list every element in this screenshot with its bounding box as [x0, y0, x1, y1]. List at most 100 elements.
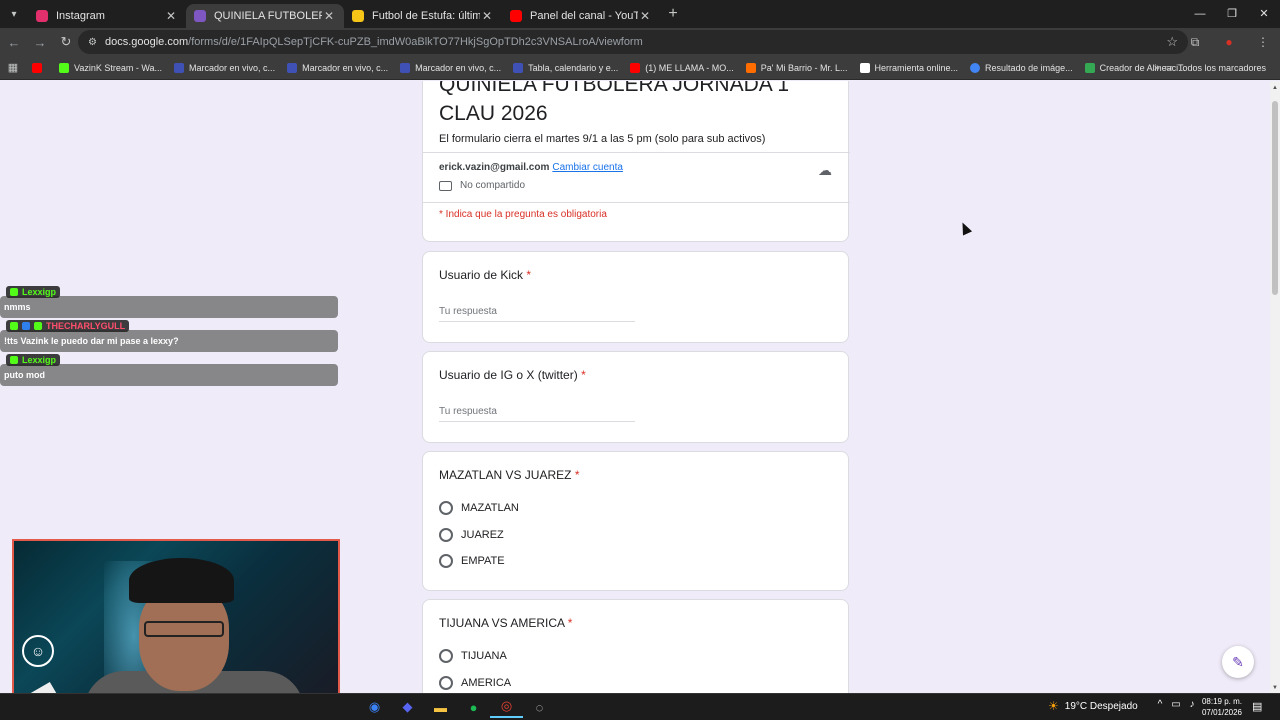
radio-option-mazatlan[interactable]: MAZATLAN	[439, 501, 519, 515]
not-shared-row: No compartido	[439, 180, 525, 191]
apps-grid-icon[interactable]: ▦	[0, 61, 26, 74]
instagram-icon	[36, 10, 48, 22]
verified-badge-icon	[34, 322, 42, 330]
close-tab-icon[interactable]: ✕	[164, 9, 178, 23]
bookmark-item[interactable]: Marcador en vivo, c...	[168, 62, 281, 73]
page-scrollbar[interactable]: ▲ ▼	[1270, 81, 1280, 693]
bookmark-item[interactable]: Resultado de imáge...	[964, 62, 1079, 73]
browser-menu-icon[interactable]: ⋮	[1246, 35, 1280, 49]
channel-logo-icon: ☺	[22, 635, 54, 667]
question-title: Usuario de IG o X (twitter) *	[439, 368, 586, 382]
profile-icon[interactable]: ●	[1212, 35, 1246, 49]
tab-title: Futbol de Estufa: últimos fichaj	[372, 10, 480, 22]
chat-message: Lexxigp nmms	[0, 286, 338, 318]
file-explorer-icon[interactable]: ▬	[424, 696, 457, 718]
close-tab-icon[interactable]: ✕	[480, 9, 494, 23]
new-tab-button[interactable]: +	[660, 5, 686, 23]
radio-option-america[interactable]: AMERICA	[439, 676, 511, 690]
spotify-icon[interactable]: ●	[457, 696, 490, 718]
chat-message: Lexxigp puto mod	[0, 354, 338, 386]
question-title: TIJUANA VS AMERICA *	[439, 616, 573, 630]
bookmark-item[interactable]: (1) ME LLAMA - MO...	[624, 62, 740, 73]
site-icon	[174, 62, 185, 73]
back-icon[interactable]: ←	[2, 35, 26, 50]
required-asterisk: *	[581, 368, 586, 382]
tray-chevron-icon[interactable]: ^	[1152, 699, 1168, 710]
bookmark-item[interactable]: Tabla, calendario y e...	[507, 62, 624, 73]
discord-icon[interactable]: ◆	[391, 696, 424, 718]
kick-badge-icon	[10, 356, 18, 364]
scroll-up-icon[interactable]: ▲	[1270, 85, 1280, 91]
chat-message: THECHARLYGULL !tts Vazink le puedo dar m…	[0, 320, 338, 352]
account-info: erick.vazin@gmail.com Cambiar cuenta	[439, 162, 623, 173]
close-tab-icon[interactable]: ✕	[322, 9, 336, 23]
all-bookmarks-button[interactable]: ▭ Todos los marcadores	[1158, 62, 1272, 73]
tab-strip: ▾ Instagram ✕ QUINIELA FUTBOLERA JORNAD …	[0, 0, 1280, 28]
question-kick-card: Usuario de Kick * Tu respuesta	[422, 251, 849, 343]
url-domain: docs.google.com	[104, 36, 189, 48]
google-icon	[970, 62, 981, 73]
weather-sun-icon: ☀	[1048, 699, 1059, 713]
taskbar-clock[interactable]: 08:19 p. m. 07/01/2026	[1200, 696, 1242, 718]
chrome-icon[interactable]: ◎	[490, 696, 523, 718]
doc-icon	[859, 62, 870, 73]
minimize-icon[interactable]: —	[1184, 0, 1216, 28]
weather-widget[interactable]: ☀ 19°C Despejado	[1048, 699, 1138, 713]
close-tab-icon[interactable]: ✕	[638, 9, 652, 23]
required-note: * Indica que la pregunta es obligatoria	[439, 209, 607, 220]
network-icon[interactable]: ▭	[1168, 699, 1184, 710]
reload-icon[interactable]: ↻	[54, 34, 78, 50]
edit-pencil-icon[interactable]: ✎	[1222, 646, 1254, 678]
kick-username-input[interactable]: Tu respuesta	[439, 306, 635, 322]
radio-option-juarez[interactable]: JUAREZ	[439, 528, 504, 542]
chat-username: THECHARLYGULL	[6, 320, 130, 332]
radio-button[interactable]	[439, 649, 453, 663]
tab-youtube-studio[interactable]: Panel del canal - YouTube Stud ✕	[502, 4, 660, 28]
chat-text: !tts Vazink le puedo dar mi pase a lexxy…	[4, 336, 179, 346]
tab-instagram[interactable]: Instagram ✕	[28, 4, 186, 28]
bookmark-item[interactable]: VazinK Stream - Wa...	[53, 62, 168, 73]
address-bar[interactable]: ⚙ docs.google.com/forms/d/e/1FAIpQLSepTj…	[78, 30, 1188, 54]
bookmark-item[interactable]: Pa' Mi Barrio - Mr. L...	[740, 62, 854, 73]
radio-button[interactable]	[439, 501, 453, 515]
scrollbar-thumb[interactable]	[1272, 101, 1278, 295]
close-window-icon[interactable]: ✕	[1248, 0, 1280, 28]
bookmark-star-icon[interactable]: ☆	[1166, 34, 1178, 50]
radio-button[interactable]	[439, 554, 453, 568]
edge-icon[interactable]: ◉	[358, 696, 391, 718]
site-info-icon[interactable]: ⚙	[88, 37, 97, 48]
tab-quiniela[interactable]: QUINIELA FUTBOLERA JORNAD ✕	[186, 4, 344, 28]
tab-title: Instagram	[56, 10, 105, 22]
site-icon	[513, 62, 524, 73]
forward-icon[interactable]: →	[28, 35, 52, 50]
bookmark-item[interactable]: Marcador en vivo, c...	[281, 62, 394, 73]
youtube-icon	[510, 10, 522, 22]
url-path: /forms/d/e/1FAIpQLSepTjCFK-cuPZB_imdW0aB…	[188, 36, 643, 48]
bookmark-item[interactable]: Marcador en vivo, c...	[394, 62, 507, 73]
tab-title: Panel del canal - YouTube Stud	[530, 10, 638, 22]
chat-text: nmms	[4, 302, 31, 312]
question-mazatlan-juarez-card: MAZATLAN VS JUAREZ * MAZATLAN JUAREZ EMP…	[422, 451, 849, 591]
radio-button[interactable]	[439, 528, 453, 542]
radio-option-empate[interactable]: EMPATE	[439, 554, 505, 568]
streamer-cap	[129, 558, 234, 603]
bookmark-youtube[interactable]	[26, 62, 53, 73]
extensions-icon[interactable]: ⧉	[1178, 35, 1212, 50]
bookmark-item[interactable]: Herramienta online...	[854, 62, 965, 73]
obs-icon[interactable]: ◌	[523, 696, 556, 718]
ig-username-input[interactable]: Tu respuesta	[439, 406, 635, 422]
scroll-down-icon[interactable]: ▼	[1270, 685, 1280, 691]
folder-icon: ▭	[1164, 62, 1173, 72]
form-title: QUINIELA FUTBOLERA JORNADA 1 CLAU 2026	[439, 81, 790, 125]
restore-icon[interactable]: ❐	[1216, 0, 1248, 28]
radio-button[interactable]	[439, 676, 453, 690]
notification-icon[interactable]: ▤	[1252, 700, 1262, 713]
switch-account-link[interactable]: Cambiar cuenta	[552, 162, 623, 173]
tab-futbol-estufa[interactable]: Futbol de Estufa: últimos fichaj ✕	[344, 4, 502, 28]
soundcloud-icon	[745, 62, 756, 73]
tab-search-icon[interactable]: ▾	[0, 0, 28, 28]
volume-icon[interactable]: ♪	[1184, 699, 1200, 710]
site-icon	[400, 62, 411, 73]
windows-taskbar: ◉ ◆ ▬ ● ◎ ◌ ☀ 19°C Despejado ^ ▭ ♪ 08:19 …	[0, 693, 1280, 720]
radio-option-tijuana[interactable]: TIJUANA	[439, 649, 507, 663]
